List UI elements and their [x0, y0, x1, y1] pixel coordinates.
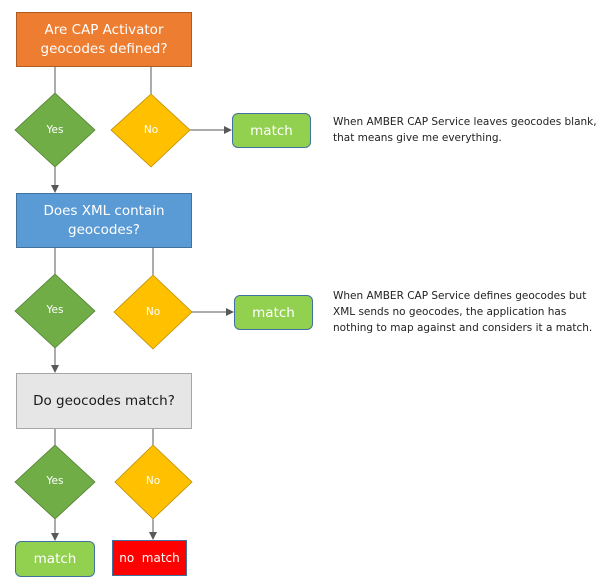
note-2: When AMBER CAP Service defines geocodes … [333, 290, 593, 334]
question-text-1: Are CAP Activator geocodes defined? [40, 21, 168, 57]
yes-label-2: Yes [46, 304, 64, 316]
match-outcome-3: match [15, 541, 95, 577]
match-text-1: match [250, 122, 293, 139]
no-match-outcome: no match [112, 540, 187, 576]
yes-label-1: Yes [46, 124, 64, 136]
yes-label-3: Yes [46, 475, 64, 487]
no-label-1: No [143, 124, 159, 136]
question-text-3: Do geocodes match? [33, 392, 175, 409]
match-text-2: match [252, 304, 295, 321]
no-label-3: No [145, 475, 161, 487]
question-box-1: Are CAP Activator geocodes defined? [16, 12, 192, 67]
question-text-2: Does XML contain geocodes? [43, 202, 165, 238]
question-box-2: Does XML contain geocodes? [16, 193, 192, 248]
no-label-2: No [145, 306, 161, 318]
match-text-3: match [33, 551, 77, 567]
no-match-text: no match [119, 551, 180, 565]
match-outcome-2: match [234, 295, 313, 330]
question-box-3: Do geocodes match? [16, 373, 192, 429]
match-outcome-1: match [232, 113, 311, 148]
note-1: When AMBER CAP Service leaves geocodes b… [333, 116, 597, 144]
